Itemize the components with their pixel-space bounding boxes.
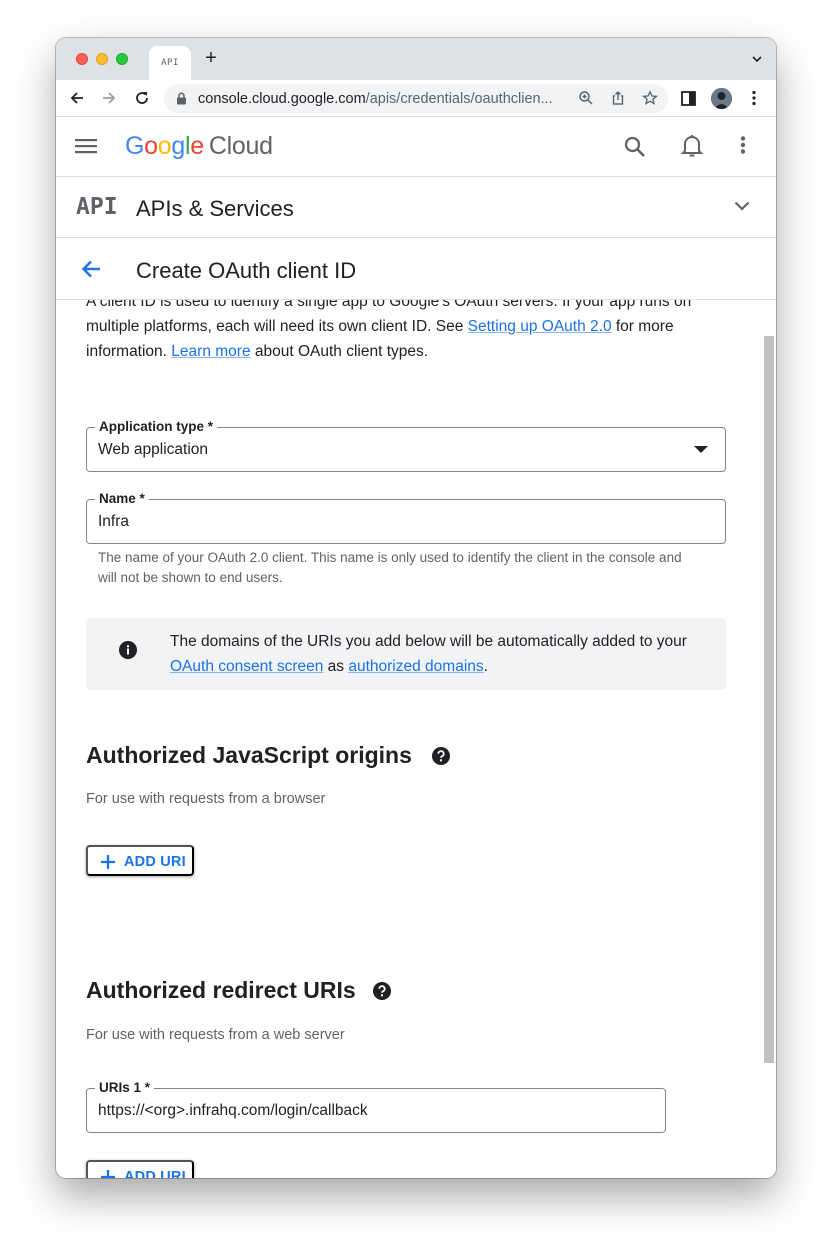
info-text: The domains of the URIs you add below wi… (170, 633, 687, 675)
product-title: APIs & Services (136, 196, 294, 221)
share-icon[interactable] (610, 90, 626, 106)
api-logo-icon: API (76, 194, 118, 220)
setting-up-oauth-link[interactable]: Setting up OAuth 2.0 (468, 318, 612, 335)
google-cloud-logo[interactable]: Google Cloud (125, 132, 273, 161)
maximize-window-button[interactable] (116, 53, 128, 65)
js-origins-title: Authorized JavaScript origins (86, 742, 412, 768)
search-icon[interactable] (623, 135, 647, 159)
dropdown-arrow-icon[interactable] (694, 446, 708, 453)
app-header: Google Cloud (56, 118, 776, 177)
browser-toolbar: console.cloud.google.com/apis/credential… (56, 80, 776, 117)
forward-arrow-icon[interactable] (100, 89, 118, 107)
logo-letter: g (171, 132, 185, 160)
address-bar[interactable]: console.cloud.google.com/apis/credential… (164, 84, 668, 113)
scrollbar-thumb[interactable] (764, 336, 774, 1063)
side-panel-icon[interactable] (679, 89, 697, 107)
scrollbar-track[interactable] (762, 300, 776, 1178)
learn-more-link[interactable]: Learn more (171, 343, 250, 360)
authorized-domains-link[interactable]: authorized domains (348, 658, 483, 675)
tab-search-chevron-icon[interactable] (752, 54, 762, 64)
api-favicon-icon: API (161, 58, 179, 68)
profile-avatar[interactable] (711, 88, 732, 109)
chevron-down-icon[interactable] (734, 200, 750, 212)
product-header[interactable]: API APIs & Services (56, 178, 776, 238)
application-type-value: Web application (98, 441, 209, 458)
page-title: Create OAuth client ID (136, 258, 357, 283)
tab-strip: API + (56, 38, 776, 80)
hamburger-menu-icon[interactable] (75, 137, 97, 155)
application-type-label: Application type * (95, 419, 218, 434)
help-icon[interactable] (432, 747, 450, 765)
new-tab-button[interactable]: + (201, 48, 221, 68)
name-hint: The name of your OAuth 2.0 client. This … (98, 550, 682, 585)
reload-icon[interactable] (133, 89, 151, 107)
logo-letter: e (190, 132, 204, 160)
logo-letter: G (125, 132, 145, 160)
redirect-uri-label: URIs 1 * (95, 1080, 155, 1095)
intro-paragraph: A client ID is used to identify a single… (86, 300, 692, 360)
logo-letter: o (157, 132, 172, 160)
name-value: Infra (98, 513, 130, 530)
minimize-window-button[interactable] (96, 53, 108, 65)
page-header: Create OAuth client ID (56, 239, 776, 300)
browser-window: API + console.cloud.google.com/apis/cred… (56, 38, 776, 1178)
js-origins-subtitle: For use with requests from a browser (86, 791, 326, 807)
more-options-icon[interactable] (740, 136, 746, 154)
back-arrow-icon[interactable] (80, 258, 102, 280)
info-icon (119, 641, 137, 659)
name-field[interactable]: Name * Infra (86, 491, 726, 544)
help-icon[interactable] (373, 982, 391, 1000)
redirect-uris-subtitle: For use with requests from a web server (86, 1027, 345, 1043)
plus-icon (101, 855, 115, 869)
close-window-button[interactable] (76, 53, 88, 65)
notifications-bell-icon[interactable] (680, 133, 704, 159)
bookmark-star-icon[interactable] (642, 90, 658, 106)
plus-icon (101, 1170, 115, 1178)
back-arrow-icon[interactable] (68, 89, 86, 107)
add-js-origin-uri-button[interactable]: ADD URI (86, 845, 194, 876)
browser-tab[interactable]: API (149, 46, 191, 80)
add-redirect-uri-button[interactable]: ADD URI (86, 1160, 194, 1178)
application-type-select[interactable]: Application type * Web application (86, 419, 726, 472)
lock-icon[interactable] (176, 92, 187, 105)
logo-letter: o (144, 132, 158, 160)
redirect-uri-value: https://<org>.infrahq.com/login/callback (98, 1102, 368, 1119)
info-box: The domains of the URIs you add below wi… (86, 618, 726, 690)
redirect-uri-field[interactable]: URIs 1 * https://<org>.infrahq.com/login… (86, 1080, 666, 1133)
main-content[interactable]: A client ID is used to identify a single… (56, 300, 776, 1178)
zoom-icon[interactable] (578, 90, 594, 106)
browser-menu-icon[interactable] (745, 89, 763, 107)
url-text[interactable]: console.cloud.google.com/apis/credential… (198, 91, 570, 107)
oauth-consent-screen-link[interactable]: OAuth consent screen (170, 658, 323, 675)
name-label: Name * (95, 491, 149, 506)
redirect-uris-title: Authorized redirect URIs (86, 977, 356, 1003)
